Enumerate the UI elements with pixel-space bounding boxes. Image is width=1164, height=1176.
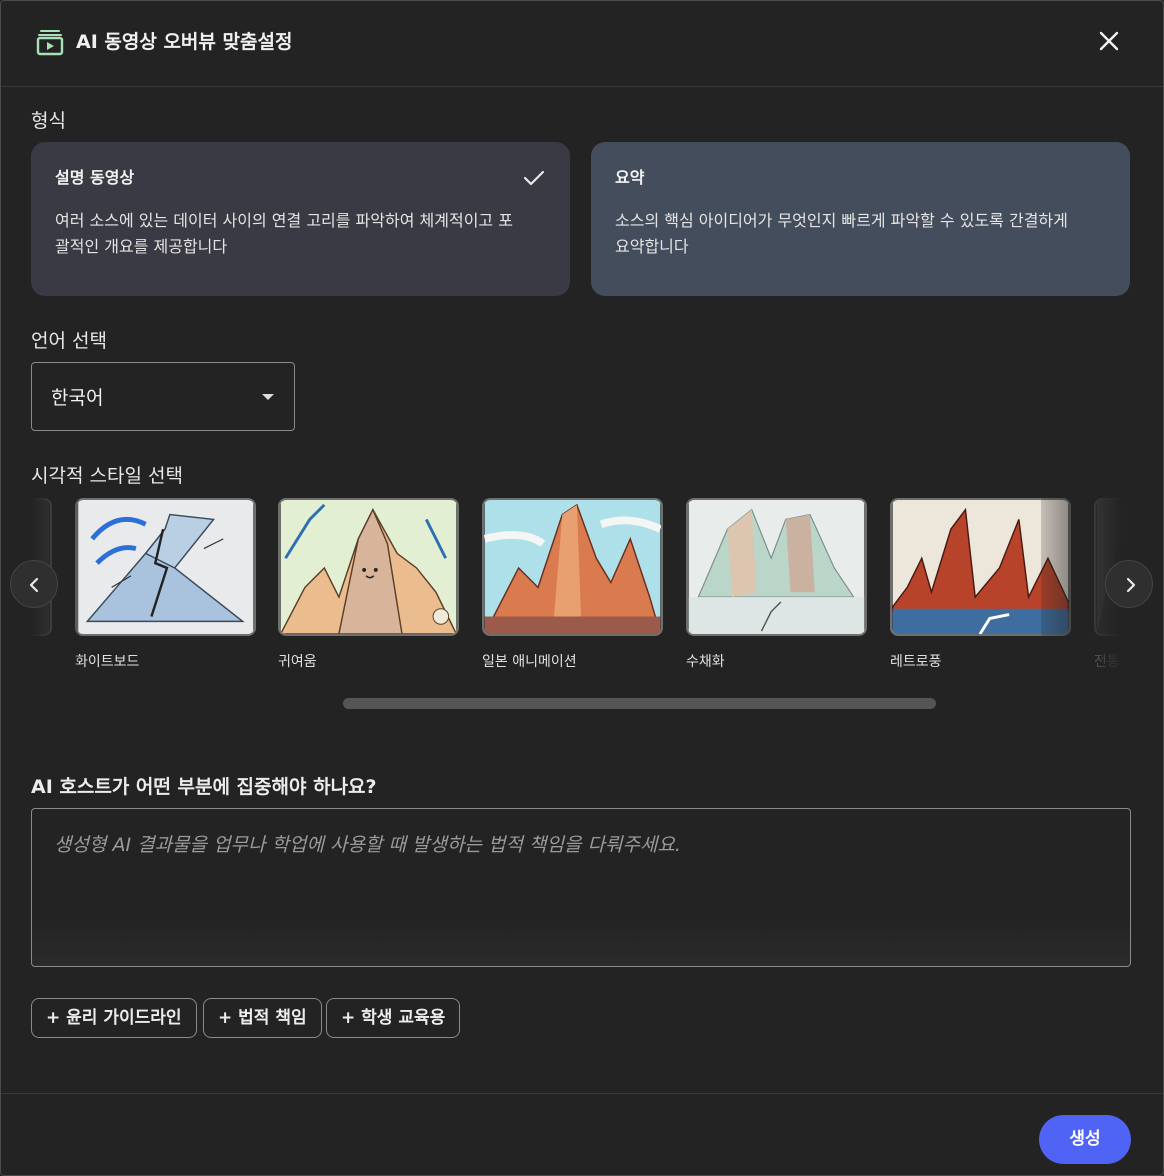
style-label-text: 레트로풍 xyxy=(890,654,942,670)
style-tile-cute[interactable] xyxy=(278,498,459,636)
style-tile-watercolor[interactable] xyxy=(686,498,867,636)
chevron-left-icon xyxy=(29,577,39,593)
format-option-explainer[interactable]: 설명 동영상 여러 소스에 있는 데이터 사이의 연결 고리를 파악하여 체계적… xyxy=(31,142,570,296)
chip-student-education[interactable]: + 학생 교육용 xyxy=(326,998,461,1038)
dialog-header: AI 동영상 오버뷰 맞춤설정 xyxy=(1,1,1163,87)
language-value: 한국어 xyxy=(51,387,104,409)
close-icon[interactable] xyxy=(1095,27,1123,55)
footer-divider xyxy=(1,1093,1163,1094)
language-select[interactable]: 한국어 xyxy=(31,362,295,431)
format-option-description: 여러 소스에 있는 데이터 사이의 연결 고리를 파악하여 체계적이고 포 괄적… xyxy=(55,208,546,260)
chip-ethics-guidelines[interactable]: + 윤리 가이드라인 xyxy=(31,998,197,1038)
carousel-prev-button[interactable] xyxy=(10,560,58,608)
format-option-title: 요약 xyxy=(615,168,645,187)
format-label: 형식 xyxy=(31,110,66,132)
style-tile-anime[interactable] xyxy=(482,498,663,636)
carousel-scrollbar[interactable] xyxy=(343,698,936,709)
dialog-title: AI 동영상 오버뷰 맞춤설정 xyxy=(76,31,293,53)
style-tile-whiteboard[interactable] xyxy=(75,498,256,636)
chevron-right-icon xyxy=(1126,577,1136,593)
anime-thumbnail xyxy=(484,500,661,634)
video-overview-icon xyxy=(36,30,64,56)
customize-dialog: AI 동영상 오버뷰 맞춤설정 형식 설명 동영상 여러 소스에 있는 데이터 … xyxy=(0,0,1164,1176)
description-line: 여러 소스에 있는 데이터 사이의 연결 고리를 파악하여 체계적이고 포 xyxy=(55,211,513,230)
cute-thumbnail xyxy=(280,500,457,634)
format-option-description: 소스의 핵심 아이디어가 무엇인지 빠르게 파악할 수 있도록 간결하게 요약합… xyxy=(615,208,1106,260)
whiteboard-thumbnail xyxy=(77,500,254,634)
focus-label: AI 호스트가 어떤 부분에 집중해야 하나요? xyxy=(31,776,377,798)
style-label-text: 귀여움 xyxy=(278,654,317,670)
style-label-text: 일본 애니메이션 xyxy=(482,654,577,670)
style-carousel: 화이트보드 귀여움 일본 애니메이션 수채화 레트로풍 xyxy=(31,496,1131,713)
description-line: 소스의 핵심 아이디어가 무엇인지 빠르게 파악할 수 있도록 간결하게 xyxy=(615,211,1068,230)
generate-button[interactable]: 생성 xyxy=(1039,1115,1131,1164)
description-line: 괄적인 개요를 제공합니다 xyxy=(55,237,228,256)
format-option-title: 설명 동영상 xyxy=(55,168,135,187)
carousel-next-button[interactable] xyxy=(1105,560,1153,608)
check-icon xyxy=(523,170,545,186)
style-label-text: 수채화 xyxy=(686,654,725,670)
dropdown-arrow-icon xyxy=(262,394,274,400)
chip-legal-responsibility[interactable]: + 법적 책임 xyxy=(203,998,322,1038)
format-option-summary[interactable]: 요약 소스의 핵심 아이디어가 무엇인지 빠르게 파악할 수 있도록 간결하게 … xyxy=(591,142,1130,296)
language-label: 언어 선택 xyxy=(31,330,107,352)
description-line: 요약합니다 xyxy=(615,237,689,256)
watercolor-thumbnail xyxy=(688,500,865,634)
style-label: 시각적 스타일 선택 xyxy=(31,465,183,487)
style-label-text: 화이트보드 xyxy=(75,654,140,670)
focus-placeholder: 생성형 AI 결과물을 업무나 학업에 사용할 때 발생하는 법적 책임을 다뤄… xyxy=(54,834,681,856)
focus-textarea[interactable]: 생성형 AI 결과물을 업무나 학업에 사용할 때 발생하는 법적 책임을 다뤄… xyxy=(31,808,1131,967)
